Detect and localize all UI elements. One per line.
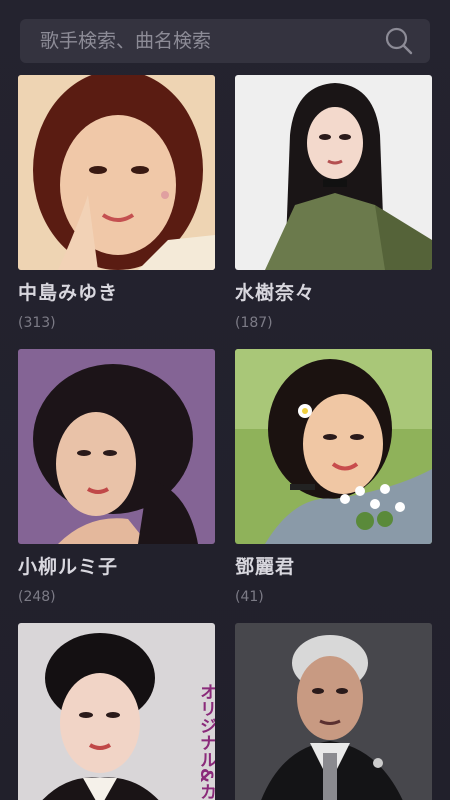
photo-caption: オリジナル&カ bbox=[196, 683, 215, 800]
artist-name: 鄧麗君 bbox=[235, 556, 296, 578]
artist-photo: オリジナル&カ bbox=[18, 623, 215, 800]
artist-card[interactable] bbox=[235, 623, 432, 800]
artist-photo bbox=[18, 349, 215, 544]
song-count: (41) bbox=[235, 589, 264, 605]
app-root: 中島みゆき (313) 水樹奈々 (187) 小柳ルミ子 (248) 鄧麗君 (… bbox=[0, 0, 450, 800]
song-count: (248) bbox=[18, 589, 56, 605]
search-input[interactable] bbox=[40, 30, 384, 52]
artist-name: 小柳ルミ子 bbox=[18, 556, 119, 578]
artist-name: 水樹奈々 bbox=[235, 282, 316, 304]
artist-card[interactable]: 中島みゆき (313) bbox=[18, 75, 215, 331]
artist-grid: 中島みゆき (313) 水樹奈々 (187) 小柳ルミ子 (248) 鄧麗君 (… bbox=[0, 0, 450, 800]
artist-card[interactable]: オリジナル&カ bbox=[18, 623, 215, 800]
artist-photo bbox=[18, 75, 215, 270]
artist-card[interactable]: 鄧麗君 (41) bbox=[235, 349, 432, 605]
search-bar[interactable] bbox=[20, 19, 430, 63]
search-icon[interactable] bbox=[384, 26, 414, 56]
artist-photo bbox=[235, 623, 432, 800]
artist-card[interactable]: 小柳ルミ子 (248) bbox=[18, 349, 215, 605]
song-count: (187) bbox=[235, 315, 273, 331]
artist-photo bbox=[235, 75, 432, 270]
artist-name: 中島みゆき bbox=[18, 282, 119, 304]
song-count: (313) bbox=[18, 315, 56, 331]
artist-photo bbox=[235, 349, 432, 544]
artist-card[interactable]: 水樹奈々 (187) bbox=[235, 75, 432, 331]
